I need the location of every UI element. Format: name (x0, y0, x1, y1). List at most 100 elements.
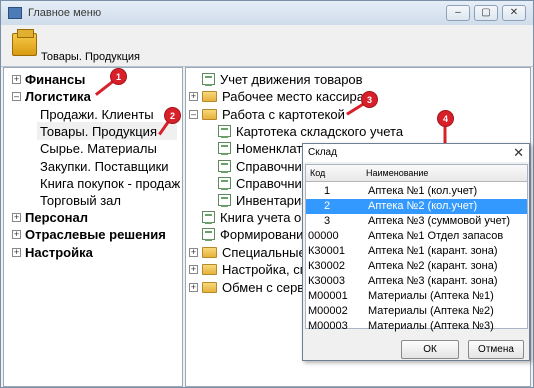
expander-icon[interactable]: + (189, 264, 198, 274)
cell-name: Аптека №1 Отдел запасов (368, 230, 504, 242)
table-row[interactable]: 00000 Аптека №1 Отдел запасов (306, 229, 527, 244)
minimize-button[interactable]: – (446, 5, 470, 21)
expander-icon[interactable]: + (12, 212, 21, 222)
dialog-close-icon[interactable]: ✕ (513, 145, 524, 161)
right-tree-item[interactable]: Формирование (202, 225, 311, 243)
table-header: Код Наименование (306, 165, 527, 182)
right-tree-item[interactable]: + Рабочее место кассира (189, 87, 364, 105)
dialog-title: Склад (303, 144, 529, 162)
left-tree-label: Товары. Продукция (40, 123, 157, 139)
cell-code: М00003 (308, 320, 348, 332)
app-icon (8, 7, 22, 19)
expander-icon[interactable]: + (189, 91, 198, 101)
expander-icon[interactable]: – (12, 91, 21, 101)
left-tree-item[interactable]: Товары. Продукция (37, 122, 177, 140)
annotation-badge-2: 2 (164, 107, 181, 124)
table-row[interactable]: 2 Аптека №2 (кол.учет) (306, 199, 527, 214)
left-tree-item[interactable]: + Финансы (12, 70, 85, 88)
right-tree-item[interactable]: Справочник (218, 157, 308, 175)
left-tree-label: Продажи. Клиенты (40, 106, 154, 122)
ok-button[interactable]: ОК (401, 340, 459, 359)
annotation-badge-4: 4 (437, 110, 454, 127)
left-tree-item[interactable]: Торговый зал (40, 191, 121, 209)
annotation-badge-3: 3 (361, 91, 378, 108)
right-tree-label: Учет движения товаров (220, 71, 363, 87)
left-tree-item[interactable]: + Персонал (12, 208, 88, 226)
warehouse-table: Код Наименование 1 Аптека №1 (кол.учет) 2 А… (305, 164, 528, 332)
expander-icon[interactable]: + (189, 282, 198, 292)
document-icon (218, 160, 231, 173)
left-tree-item[interactable]: + Отраслевые решения (12, 225, 166, 243)
right-tree-label: Справочник (236, 158, 308, 174)
document-icon (202, 211, 215, 224)
cell-name: Аптека №2 (карант. зона) (368, 260, 498, 272)
right-tree-item[interactable]: Картотека складского учета (218, 122, 403, 140)
right-tree-label: Специальные (222, 244, 306, 260)
folder-icon (202, 108, 217, 120)
document-icon (218, 177, 231, 190)
cell-name: Аптека №3 (суммовой учет) (368, 215, 511, 227)
cell-code: 1 (324, 185, 331, 197)
table-row[interactable]: 3 Аптека №3 (суммовой учет) (306, 214, 527, 229)
left-tree-item[interactable]: Продажи. Клиенты (40, 105, 154, 123)
right-tree-item[interactable]: + Специальные (189, 243, 306, 261)
table-row[interactable]: К30003 Аптека №3 (карант. зона) (306, 274, 527, 289)
right-tree-item[interactable]: Книга учета оп (202, 208, 308, 226)
cancel-button[interactable]: Отмена (468, 340, 524, 359)
right-tree-item[interactable]: Учет движения товаров (202, 70, 363, 88)
right-tree-item[interactable]: Справочник (218, 174, 308, 192)
cell-code: 3 (324, 215, 331, 227)
folder-icon (202, 281, 217, 293)
cell-code: К30003 (308, 275, 345, 287)
left-tree-label: Закупки. Поставщики (40, 158, 169, 174)
folder-icon (202, 246, 217, 258)
right-tree-item[interactable]: + Обмен с серве (189, 278, 311, 296)
left-tree-item[interactable]: Закупки. Поставщики (40, 157, 169, 175)
maximize-button[interactable]: ▢ (474, 5, 498, 21)
left-tree-label: Логистика (25, 88, 91, 104)
warehouse-dialog: Склад ✕ Код Наименование 1 Аптека №1 (кол… (302, 143, 530, 361)
title-bar: Главное меню – ▢ ✕ (1, 1, 533, 25)
right-tree-label: Формирование (220, 226, 311, 242)
left-tree-label: Книга покупок - продаж (40, 175, 181, 191)
box-icon (12, 29, 37, 56)
left-tree-label: Торговый зал (40, 192, 121, 208)
folder-icon (202, 90, 217, 102)
table-row[interactable]: 1 Аптека №1 (кол.учет) (306, 184, 527, 199)
right-tree-label: Картотека складского учета (236, 123, 404, 139)
expander-icon[interactable]: + (12, 247, 21, 257)
expander-icon[interactable]: – (189, 109, 198, 119)
column-header-name[interactable]: Наименование (366, 168, 428, 178)
right-tree-label: Справочник (236, 175, 308, 191)
left-tree-label: Персонал (25, 209, 89, 225)
section-title: Товары. Продукция (41, 51, 140, 63)
table-row[interactable]: М00003 Материалы (Аптека №3) (306, 319, 527, 334)
cell-code: К30001 (308, 245, 345, 257)
right-tree-label: Обмен с серве (222, 279, 312, 295)
window-title: Главное меню (28, 7, 102, 19)
cell-name: Аптека №2 (кол.учет) (368, 200, 478, 212)
cell-name: Материалы (Аптека №2) (368, 305, 494, 317)
left-menu-tree: + Финансы – Логистика Продажи. Клиенты Товары… (3, 67, 183, 387)
table-row[interactable]: М00001 Материалы (Аптека №1) (306, 289, 527, 304)
expander-icon[interactable]: + (12, 229, 21, 239)
close-button[interactable]: ✕ (502, 5, 526, 21)
left-tree-label: Финансы (25, 71, 86, 87)
folder-icon (202, 263, 217, 275)
expander-icon[interactable]: + (189, 247, 198, 257)
column-header-code[interactable]: Код (310, 168, 325, 178)
table-row[interactable]: К30001 Аптека №1 (карант. зона) (306, 244, 527, 259)
table-row[interactable]: М00002 Материалы (Аптека №2) (306, 304, 527, 319)
left-tree-item[interactable]: + Настройка (12, 243, 93, 261)
left-tree-item[interactable]: – Логистика (12, 87, 91, 105)
right-tree-label: Рабочее место кассира (222, 88, 364, 104)
expander-icon[interactable]: + (12, 74, 21, 84)
cell-name: Аптека №1 (карант. зона) (368, 245, 498, 257)
left-tree-item[interactable]: Сырье. Материалы (40, 139, 157, 157)
annotation-badge-1: 1 (110, 68, 127, 85)
table-row[interactable]: К30002 Аптека №2 (карант. зона) (306, 259, 527, 274)
document-icon (218, 125, 231, 138)
left-tree-label: Настройка (25, 244, 93, 260)
left-tree-item[interactable]: Книга покупок - продаж (40, 174, 180, 192)
right-tree-item[interactable]: – Работа с картотекой (189, 105, 345, 123)
